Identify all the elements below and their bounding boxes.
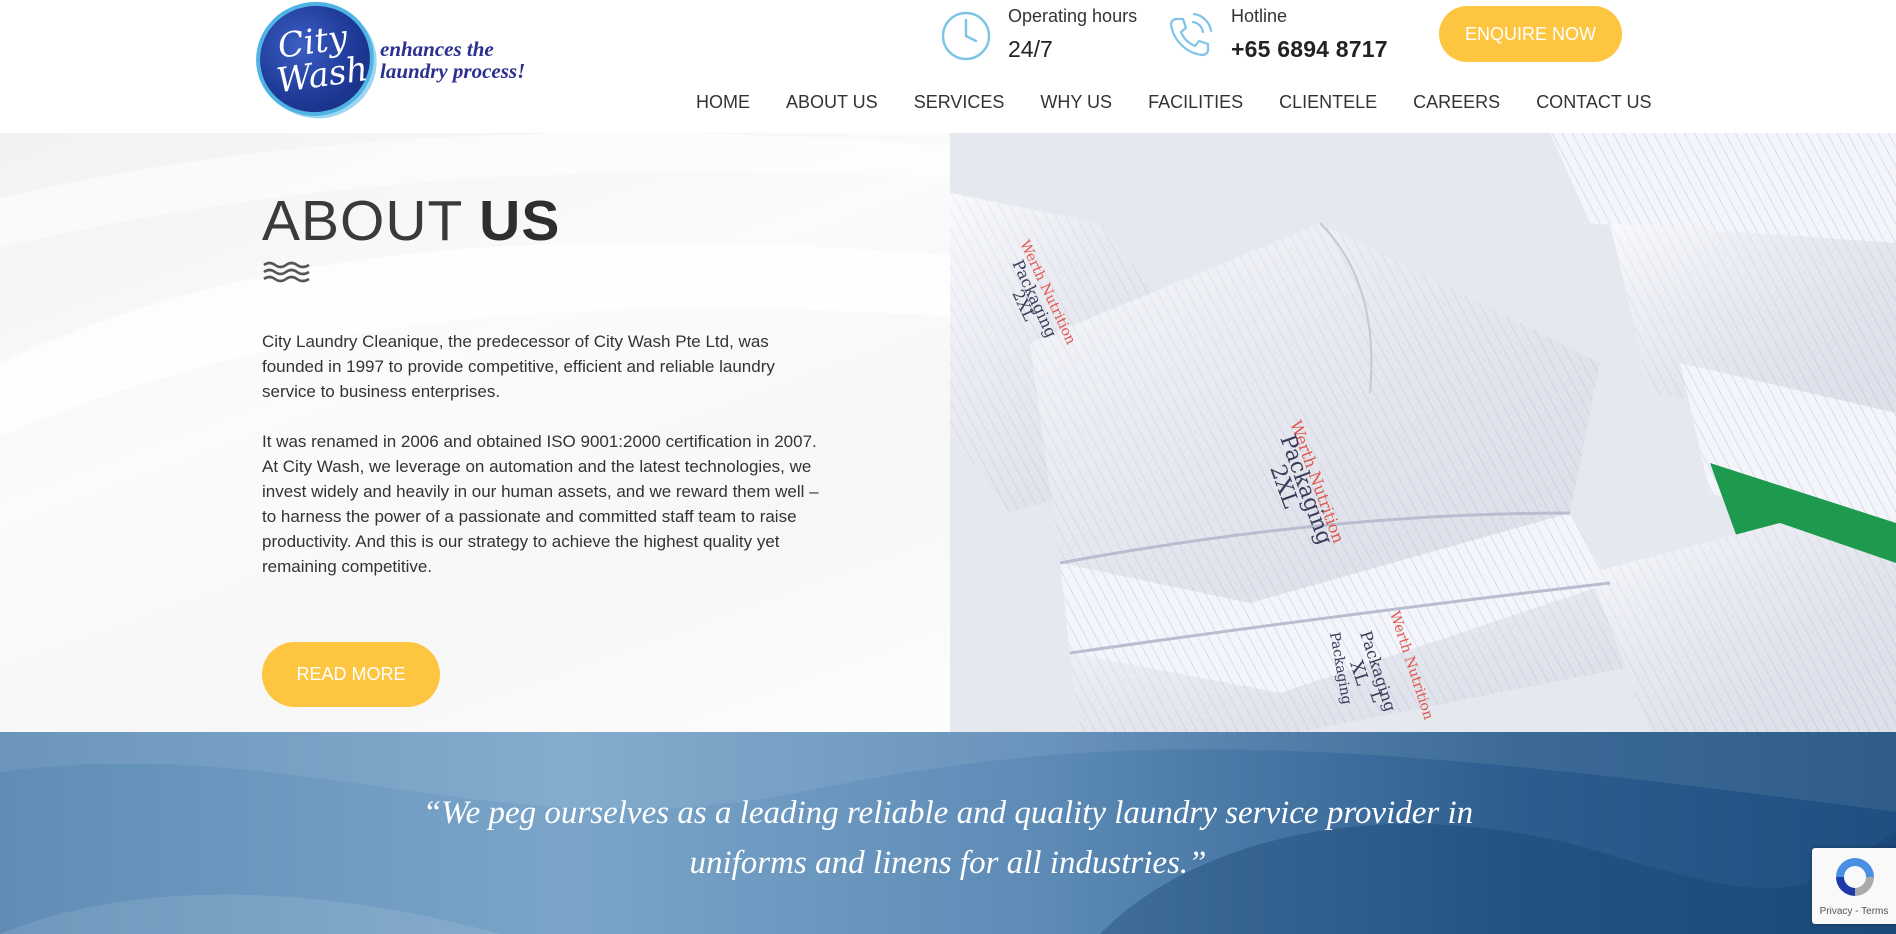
nav-item-contact-us[interactable]: CONTACT US	[1518, 84, 1669, 120]
quote-section: “We peg ourselves as a leading reliable …	[0, 732, 1896, 934]
recaptcha-badge[interactable]: Privacy - Terms	[1812, 848, 1896, 924]
hotline-label: Hotline	[1231, 6, 1288, 26]
about-section: ABOUT US City Laundry Cleanique, the pre…	[0, 133, 1896, 732]
phone-icon	[1169, 12, 1213, 57]
nav-item-about-us[interactable]: ABOUT US	[768, 84, 896, 120]
page: City Wash enhances the laundry process! …	[0, 0, 1896, 934]
read-more-button[interactable]: READ MORE	[262, 642, 440, 707]
enquire-now-button[interactable]: ENQUIRE NOW	[1439, 6, 1622, 62]
logo-tagline: enhances the laundry process!	[380, 38, 525, 82]
operating-hours-label: Operating hours	[1008, 6, 1138, 26]
hotline-info: Hotline +65 6894 8717	[1163, 6, 1393, 66]
nav-item-clientele[interactable]: CLIENTELE	[1261, 84, 1395, 120]
about-content-panel: ABOUT US City Laundry Cleanique, the pre…	[0, 133, 950, 732]
nav-item-careers[interactable]: CAREERS	[1395, 84, 1518, 120]
about-title-light: ABOUT	[262, 189, 480, 253]
recaptcha-links[interactable]: Privacy - Terms	[1812, 906, 1896, 917]
nav-item-why-us[interactable]: WHY US	[1022, 84, 1130, 120]
mission-quote: “We peg ourselves as a leading reliable …	[422, 795, 1474, 881]
hotline-value[interactable]: +65 6894 8717	[1231, 36, 1388, 63]
nav-item-facilities[interactable]: FACILITIES	[1130, 84, 1261, 120]
main-nav: HOME ABOUT US SERVICES WHY US FACILITIES…	[678, 84, 1670, 120]
about-title: ABOUT US	[262, 189, 560, 253]
operating-hours-value: 24/7	[1008, 36, 1053, 62]
site-header: City Wash enhances the laundry process! …	[0, 0, 1896, 133]
about-paragraph-1: City Laundry Cleanique, the predecessor …	[262, 332, 775, 401]
waves-divider-icon	[263, 261, 310, 283]
logo-badge-line2: Wash	[274, 48, 371, 102]
clock-icon	[941, 11, 991, 61]
logo-tagline-line2: laundry process!	[380, 59, 526, 83]
about-paragraph-2: It was renamed in 2006 and obtained ISO …	[262, 432, 819, 576]
nav-item-home[interactable]: HOME	[678, 84, 768, 120]
logo-badge-text: City Wash	[249, 0, 382, 124]
logo-tagline-line1: enhances the	[380, 37, 494, 61]
nav-item-services[interactable]: SERVICES	[896, 84, 1023, 120]
about-text: City Laundry Cleanique, the predecessor …	[262, 329, 822, 604]
operating-hours-info: Operating hours 24/7	[940, 6, 1140, 66]
about-title-bold: US	[479, 189, 561, 253]
folded-uniforms-illustration: Werth NutritionPackaging2XLWerth Nutriti…	[950, 133, 1896, 732]
city-wash-logo[interactable]: City Wash enhances the laundry process!	[245, 0, 556, 128]
folded-uniforms-photo: Werth Nutrition Packaging 2XL Werth Nutriti…	[950, 133, 1896, 732]
recaptcha-icon	[1836, 858, 1874, 896]
